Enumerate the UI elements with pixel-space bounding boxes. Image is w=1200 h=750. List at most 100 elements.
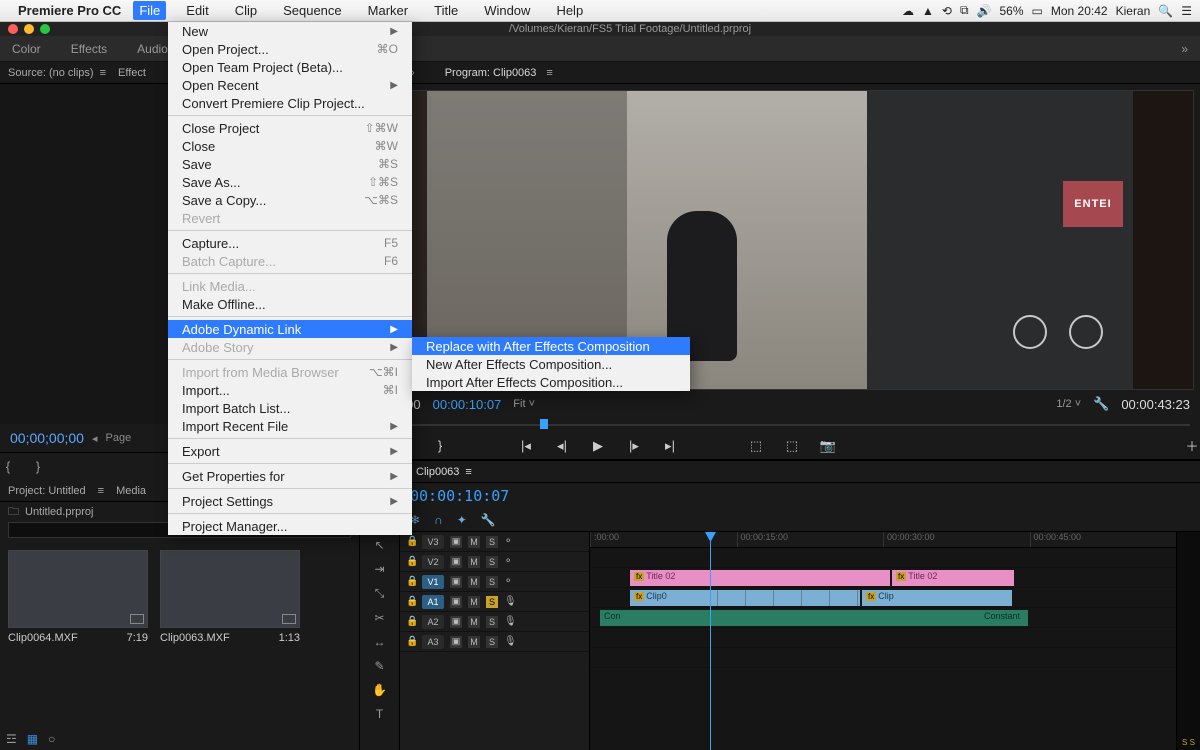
file-menu-item[interactable]: New▶ (168, 22, 412, 40)
go-to-in-icon[interactable]: |◂ (518, 438, 534, 454)
go-to-out-icon[interactable]: ▸| (662, 438, 678, 454)
track-v1-row[interactable]: fxClip0 fxClip (590, 588, 1176, 608)
menu-edit[interactable]: Edit (180, 1, 214, 20)
file-menu-item[interactable]: Project Settings▶ (168, 492, 412, 510)
file-menu-item[interactable]: Import...⌘I (168, 381, 412, 399)
lock-icon[interactable]: 🔒 (406, 596, 416, 607)
clip-title02a[interactable]: fxTitle 02 (630, 570, 890, 586)
file-menu-item[interactable]: Import Batch List... (168, 399, 412, 417)
media-browser-tab[interactable]: Media (116, 485, 146, 497)
bin-icon[interactable]: 🗀 (8, 503, 19, 522)
dynamic-link-submenu[interactable]: Replace with After Effects CompositionNe… (412, 337, 690, 391)
toggle-output[interactable]: ▣ (450, 616, 462, 628)
track-a1-row[interactable]: Con Constant (590, 608, 1176, 628)
voiceover-icon[interactable]: 🎙 (504, 616, 517, 627)
toggle-output[interactable]: ▣ (450, 556, 462, 568)
icon-view-icon[interactable]: ▦ (27, 732, 38, 746)
source-page-prev-icon[interactable]: ◂ (92, 432, 98, 445)
file-menu-item[interactable]: Save a Copy...⌥⌘S (168, 191, 412, 209)
volume-icon[interactable]: 🔊 (977, 4, 992, 18)
ripple-tool-icon[interactable]: ⤡ (375, 586, 385, 601)
file-menu-item[interactable]: Convert Premiere Clip Project... (168, 94, 412, 112)
program-tab[interactable]: Program: Clip0063 (445, 67, 537, 79)
toggle-output[interactable]: ▣ (450, 536, 462, 548)
track-label[interactable]: A3 (422, 635, 444, 649)
pen-tool-icon[interactable]: ✎ (374, 659, 384, 673)
file-menu-item[interactable]: Capture...F5 (168, 234, 412, 252)
triangle-icon[interactable]: ▲ (922, 4, 934, 18)
file-menu-item[interactable]: Open Recent▶ (168, 76, 412, 94)
track-a2-row[interactable] (590, 628, 1176, 648)
lift-icon[interactable]: ⬚ (748, 438, 764, 454)
source-tab[interactable]: Source: (no clips) (8, 67, 94, 79)
track-label[interactable]: A2 (422, 615, 444, 629)
toggle-output[interactable]: ▣ (450, 596, 462, 608)
track-label[interactable]: A1 (422, 595, 444, 609)
freeform-view-icon[interactable]: ○ (48, 732, 55, 746)
toggle-output[interactable]: ▣ (450, 576, 462, 588)
menu-help[interactable]: Help (550, 1, 589, 20)
workspace-color[interactable]: Color (12, 42, 41, 56)
clip-clip0[interactable]: fxClip0 (630, 590, 860, 606)
mute-button[interactable]: M (468, 596, 480, 608)
step-forward-icon[interactable]: |▸ (626, 438, 642, 454)
menu-file[interactable]: File (133, 1, 166, 20)
timeline-timecode[interactable]: 00:00:10:07 (400, 483, 519, 509)
playhead[interactable] (710, 532, 711, 750)
source-timecode[interactable]: 00;00;00;00 (10, 430, 84, 446)
workspace-effects[interactable]: Effects (71, 42, 107, 56)
program-tc-current[interactable]: 00:00:10:07 (433, 397, 502, 412)
source-tab-menu-icon[interactable]: ≡ (100, 67, 106, 79)
menu-title[interactable]: Title (428, 1, 464, 20)
track-label[interactable]: V3 (422, 535, 444, 549)
program-tab-menu-icon[interactable]: ≡ (546, 67, 552, 79)
slip-tool-icon[interactable]: ↔ (374, 635, 386, 649)
solo-button[interactable]: S (486, 576, 498, 588)
lock-icon[interactable]: 🔒 (406, 536, 416, 547)
track-select-tool-icon[interactable]: ⇥ (374, 562, 384, 576)
voiceover-icon[interactable]: 🎙 (504, 636, 517, 647)
solo-button[interactable]: S (486, 636, 498, 648)
selection-tool-icon[interactable]: ↖ (374, 538, 384, 552)
toggle-output[interactable]: ▣ (450, 636, 462, 648)
wifi-icon[interactable]: ⧉ (960, 3, 969, 18)
track-v2-row[interactable]: fxTitle 02 fxTitle 02 (590, 568, 1176, 588)
menu-window[interactable]: Window (478, 1, 536, 20)
mute-button[interactable]: M (468, 556, 480, 568)
type-tool-icon[interactable]: T (376, 707, 383, 721)
track-head-v1[interactable]: 🔒V1▣MS⚬ (400, 572, 589, 592)
file-menu-item[interactable]: Save⌘S (168, 155, 412, 173)
file-menu-item[interactable]: Get Properties for▶ (168, 467, 412, 485)
lock-icon[interactable]: 🔒 (406, 556, 416, 567)
ruler-tick[interactable]: 00:00:15:00 (737, 532, 884, 547)
clip-constant[interactable]: Constant (980, 610, 1028, 626)
project-tab[interactable]: Project: Untitled (8, 485, 86, 497)
track-head-v2[interactable]: 🔒V2▣MS⚬ (400, 552, 589, 572)
submenu-item[interactable]: Replace with After Effects Composition (412, 337, 690, 355)
file-menu[interactable]: New▶Open Project...⌘OOpen Team Project (… (168, 22, 412, 535)
zoom-fit-dropdown[interactable]: Fit ˅ (513, 398, 535, 410)
clip-title02b[interactable]: fxTitle 02 (892, 570, 1014, 586)
add-transport-button-icon[interactable]: ＋ (1184, 438, 1200, 454)
voiceover-icon[interactable]: 🎙 (504, 596, 517, 607)
project-thumb[interactable]: Clip0064.MXF7:19 (8, 550, 148, 644)
workspace-audio[interactable]: Audio (137, 42, 168, 56)
project-tab-menu-icon[interactable]: ≡ (98, 485, 104, 497)
solo-button[interactable]: S (486, 616, 498, 628)
lock-icon[interactable]: 🔒 (406, 636, 416, 647)
lock-icon[interactable]: 🔒 (406, 576, 416, 587)
mute-button[interactable]: M (468, 636, 480, 648)
out-point-icon[interactable]: } (432, 438, 448, 454)
file-menu-item[interactable]: Adobe Dynamic Link▶ (168, 320, 412, 338)
mute-button[interactable]: M (468, 616, 480, 628)
track-label[interactable]: V2 (422, 555, 444, 569)
effect-controls-tab[interactable]: Effect (118, 67, 146, 79)
track-head-a2[interactable]: 🔒A2▣MS🎙 (400, 612, 589, 632)
razor-tool-icon[interactable]: ✂ (374, 611, 384, 625)
list-view-icon[interactable]: ☲ (6, 732, 17, 746)
clip-audio[interactable]: Con (600, 610, 1000, 626)
timeline-tab-menu-icon[interactable]: ≡ (465, 466, 471, 478)
workspace-overflow-icon[interactable]: » (1181, 42, 1188, 56)
file-menu-item[interactable]: Project Manager... (168, 517, 412, 535)
file-menu-item[interactable]: Close⌘W (168, 137, 412, 155)
